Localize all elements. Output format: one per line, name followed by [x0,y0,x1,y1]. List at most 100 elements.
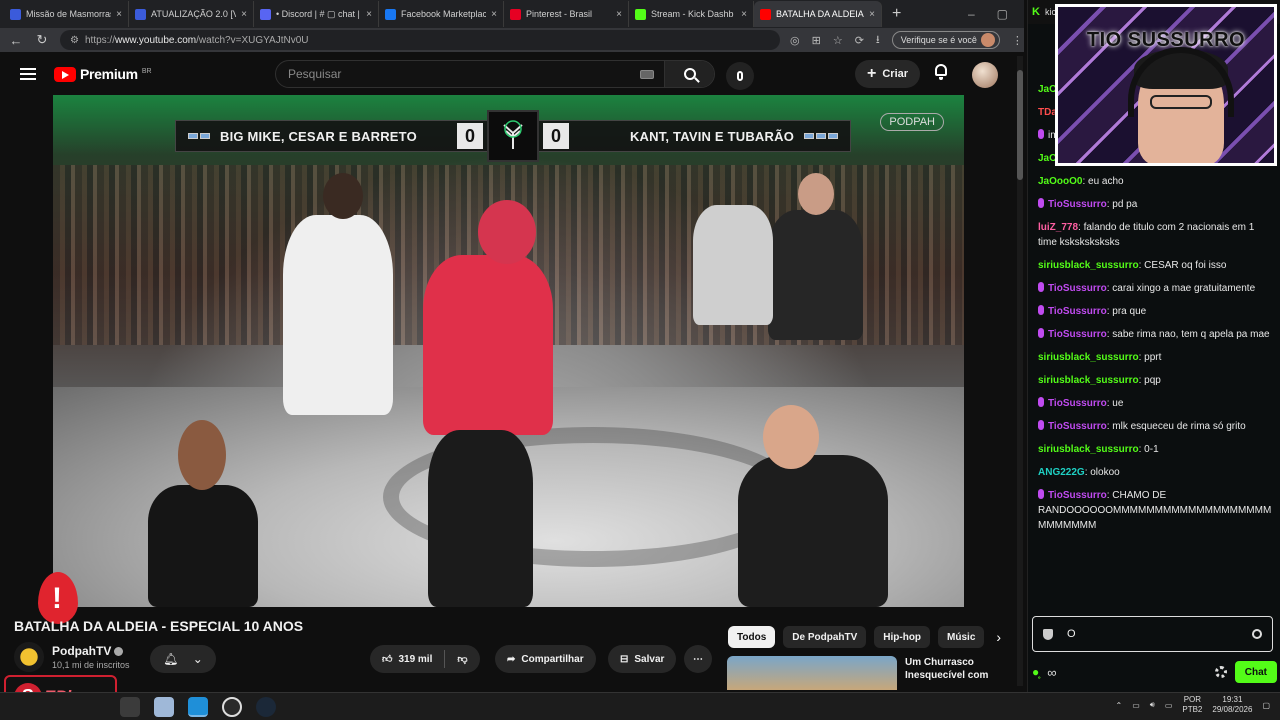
create-button[interactable]: + Criar [855,60,921,88]
more-actions-button[interactable]: ⋯ [684,645,712,673]
points-icon[interactable]: ●̥ [1032,665,1039,679]
chat-username[interactable]: TioSussurro [1048,199,1107,210]
youtube-logo[interactable]: Premium BR [54,66,152,82]
tab-close-icon[interactable]: × [366,9,372,20]
share-button[interactable]: ➦ Compartilhar [495,645,596,673]
thumbs-down-icon: 👎︎ [457,654,468,665]
eye-off-icon[interactable]: ◎ [790,34,800,47]
chat-username[interactable]: TioSussurro [1048,329,1107,340]
browser-tab[interactable]: Missão de Masmorras R × [4,1,129,27]
back-icon[interactable]: ← [8,33,24,48]
browser-tab[interactable]: Facebook Marketplace | × [379,1,504,27]
chat-username[interactable]: TioSussurro [1048,306,1107,317]
reload-icon[interactable]: ↻ [34,32,50,48]
recommended-title[interactable]: Um Churrasco Inesquecível com [905,656,1015,690]
save-button[interactable]: ⊟ Salvar [608,645,677,673]
keyboard-icon[interactable] [640,69,654,79]
app-icon-1[interactable] [120,697,140,717]
chat-message: TioSussurro: mlk esqueceu de rima só gri… [1038,419,1274,434]
volume-icon[interactable]: 🔊︎ [1150,700,1155,710]
search-input[interactable]: Pesquisar [276,67,640,81]
channel-info[interactable]: PodpahTV 10,1 mi de inscritos [14,642,130,672]
chat-username[interactable]: siriusblack_sussurro [1038,352,1139,363]
chat-username[interactable]: TioSussurro [1048,421,1107,432]
scrollbar-thumb[interactable] [1017,70,1023,180]
filter-chip[interactable]: Hip-hop [874,626,931,648]
browser-tab[interactable]: Stream - Kick Dashb × [629,1,754,27]
emoji-icon[interactable] [1252,629,1262,639]
steam-icon[interactable] [256,697,276,717]
network-icon[interactable]: ▭ [1132,701,1140,710]
channel-name[interactable]: PodpahTV [52,644,130,658]
download-icon[interactable]: ⭳ [876,31,880,50]
tab-close-icon[interactable]: × [116,9,122,20]
chat-username[interactable]: siriusblack_sussurro [1038,260,1139,271]
hamburger-menu-icon[interactable] [20,68,36,80]
chat-username[interactable]: TioSussurro [1048,490,1107,501]
chat-username[interactable]: luiZ_778 [1038,222,1078,233]
recommended-thumbnail[interactable] [727,656,897,690]
url-path: /watch?v=XUGYAJtNv0U [196,34,309,46]
chat-username[interactable]: TioSussurro [1048,283,1107,294]
battery-icon[interactable]: ▭ [1165,701,1173,710]
browser-tab[interactable]: • Discord | # ▢ chat | S × [254,1,379,27]
right-score: 0 [543,123,569,149]
language-indicator[interactable]: POR PTB2 [1182,695,1202,715]
minimize-icon[interactable]: – [968,7,975,21]
notifications-bell-icon[interactable] [932,64,950,82]
obs-icon[interactable] [222,697,242,717]
browser-tab[interactable]: BATALHA DA ALDEIA × [754,1,882,27]
dislike-button[interactable]: 👎︎ [445,645,479,673]
chat-username[interactable]: siriusblack_sussurro [1038,375,1139,386]
profile-verify-button[interactable]: Verifique se é você [891,31,1000,49]
window-controls: – ▢ [968,7,1024,21]
chat-text: pprt [1144,352,1162,363]
url-field[interactable]: ⚙ https://www.youtube.com/watch?v=XUGYAJ… [60,30,780,50]
search-button[interactable] [664,61,714,87]
filter-chip[interactable]: De PodpahTV [783,626,867,648]
app-icon-2[interactable] [154,697,174,717]
site-info-icon[interactable]: ⚙ [70,35,79,46]
shield-icon[interactable] [1043,628,1053,640]
browser-tab[interactable]: Pinterest - Brasil × [504,1,629,27]
gear-icon[interactable] [1214,666,1227,678]
tab-close-icon[interactable]: × [491,9,497,20]
clock[interactable]: 19:31 29/08/2026 [1212,695,1252,715]
chat-input-value: O [1067,628,1076,640]
tab-favicon-icon [385,8,396,20]
translate-icon[interactable]: ⊞ [812,34,821,47]
filter-chip[interactable]: Todos [728,626,776,648]
extensions-icon[interactable]: ⟳ [855,34,864,47]
tab-close-icon[interactable]: × [241,9,247,20]
tab-label: BATALHA DA ALDEIA [776,9,864,19]
new-tab-button[interactable]: + [882,5,911,23]
account-avatar[interactable] [972,62,998,88]
filter-chip[interactable]: Músic [938,626,985,648]
like-button[interactable]: 👍︎ 319 mil [370,645,444,673]
chat-username[interactable]: siriusblack_sussurro [1038,444,1139,455]
notifications-icon[interactable]: ▢ [1262,701,1270,710]
channel-avatar[interactable] [14,642,44,672]
send-chat-button[interactable]: Chat [1234,661,1277,683]
tab-close-icon[interactable]: × [741,9,747,20]
flag-icons [804,133,838,139]
chat-username[interactable]: ANG222G [1038,467,1085,478]
chevron-right-icon[interactable]: › [996,629,1001,645]
chat-username[interactable]: JaOooO0 [1038,176,1082,187]
subscription-bell-button[interactable]: 🔔︎ ⌄ [150,645,216,673]
star-icon[interactable]: ☆ [833,34,843,47]
browser-menu-icon[interactable]: ⋮ [1012,34,1023,47]
browser-tab[interactable]: ATUALIZAÇÃO 2.0 [VERÃ × [129,1,254,27]
chat-username[interactable]: TioSussurro [1048,398,1107,409]
maximize-icon[interactable]: ▢ [997,7,1008,21]
tab-close-icon[interactable]: × [869,9,875,20]
video-player[interactable]: BIG MIKE, CESAR E BARRETO 0 0 KANT, TAVI… [53,95,964,607]
chevron-up-icon[interactable]: ⌃ [1116,701,1123,710]
scoreboard: BIG MIKE, CESAR E BARRETO 0 0 KANT, TAVI… [175,110,851,162]
recommended-video[interactable]: Um Churrasco Inesquecível com [727,656,1015,690]
tab-close-icon[interactable]: × [616,9,622,20]
voice-search-button[interactable] [726,62,754,90]
chat-input[interactable]: O [1032,616,1273,652]
infinity-icon[interactable]: ∞ [1047,665,1056,680]
edge-browser-icon[interactable] [188,697,208,717]
